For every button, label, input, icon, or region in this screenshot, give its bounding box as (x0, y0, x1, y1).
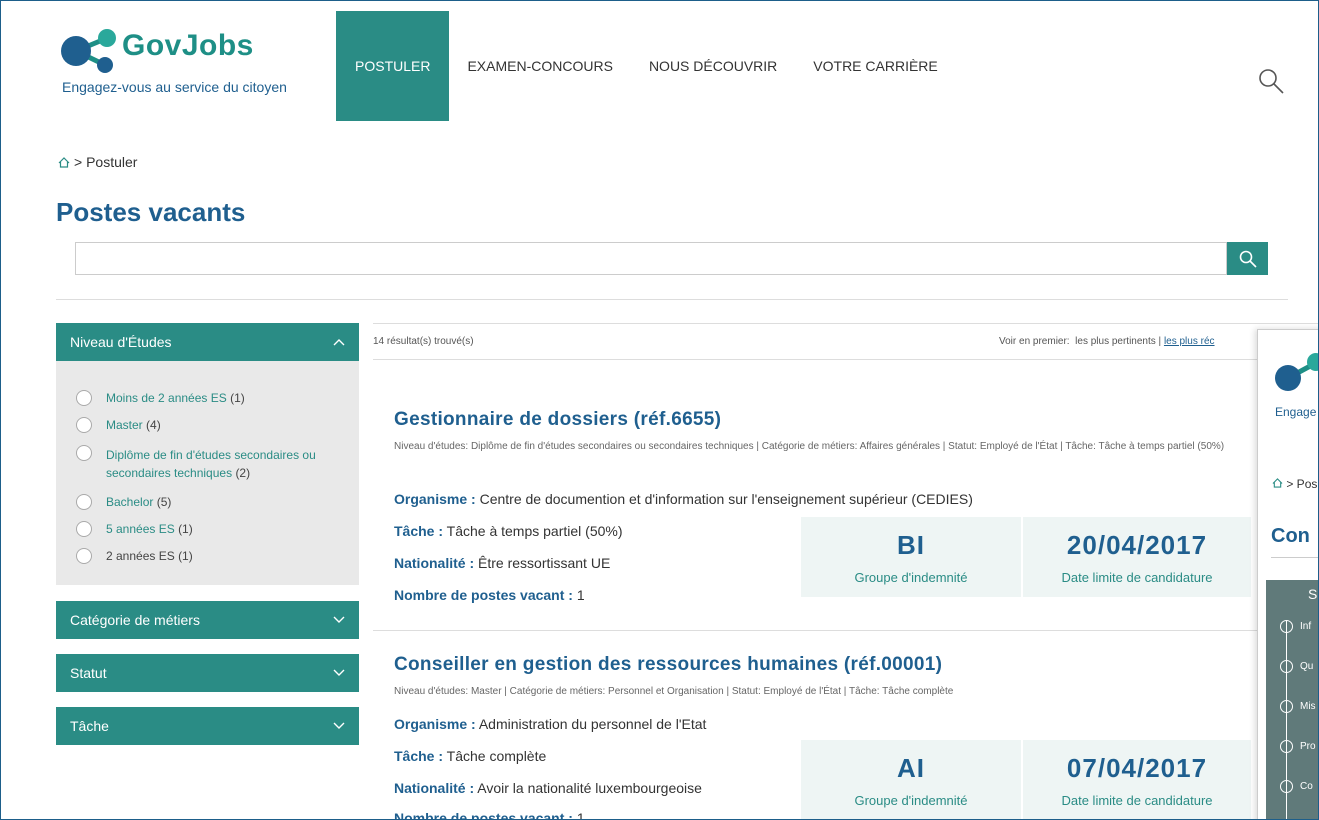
logo-mark-icon (1275, 353, 1318, 391)
date-label: Date limite de candidature (1061, 793, 1213, 808)
divider (1271, 557, 1318, 558)
timeline-step[interactable]: Pro (1280, 740, 1316, 753)
overlay-panel[interactable]: Engage > Pos Con S Inf Qu Mis Pro Co (1257, 329, 1318, 819)
divider (56, 299, 1288, 300)
job-listing: Gestionnaire de dossiers (réf.6655) Nive… (394, 409, 1254, 619)
timeline-step[interactable]: Co (1280, 780, 1313, 793)
tagline: Engagez-vous au service du citoyen (62, 79, 287, 95)
radio-button[interactable] (76, 548, 92, 564)
job-organisme: Organisme : Centre de documention et d'i… (394, 491, 973, 507)
timeline-node-icon (1280, 780, 1293, 793)
date-card: 20/04/2017 Date limite de candidature (1023, 517, 1251, 597)
sort-options: Voir en premier: les plus pertinents | l… (999, 336, 1215, 347)
date-value: 07/04/2017 (1066, 753, 1208, 783)
groupe-value: AI (897, 753, 925, 783)
sort-recent-link[interactable]: les plus réc (1164, 336, 1215, 347)
date-label: Date limite de candidature (1061, 570, 1213, 585)
nav-nous-decouvrir[interactable]: NOUS DÉCOUVRIR (631, 11, 795, 121)
job-postes: Nombre de postes vacant : 1 (394, 810, 585, 820)
home-icon (1272, 478, 1283, 488)
filter-option[interactable]: 2 années ES (1) (76, 548, 193, 564)
results-count: 14 résultat(s) trouvé(s) (373, 336, 474, 347)
job-title[interactable]: Conseiller en gestion des ressources hum… (394, 654, 1254, 676)
main-nav: POSTULER EXAMEN-CONCOURS NOUS DÉCOUVRIR … (336, 11, 956, 121)
filter-niveau-header[interactable]: Niveau d'Études (56, 323, 359, 361)
radio-button[interactable] (76, 445, 92, 461)
filter-option[interactable]: Diplôme de fin d'études secondaires ou se… (76, 445, 316, 482)
filter-categorie-header[interactable]: Catégorie de métiers (56, 601, 359, 639)
overlay-steps-title: S (1308, 586, 1318, 602)
divider (373, 630, 1273, 631)
job-listing: Conseiller en gestion des ressources hum… (394, 654, 1254, 820)
chevron-down-icon (333, 722, 345, 729)
timeline-node-icon (1280, 700, 1293, 713)
job-tache: Tâche : Tâche complète (394, 748, 547, 764)
filter-tache-header[interactable]: Tâche (56, 707, 359, 745)
search-icon[interactable] (1257, 67, 1285, 95)
breadcrumb-trail: > Postuler (74, 154, 138, 170)
timeline-step[interactable]: Mis (1280, 700, 1316, 713)
filter-option[interactable]: Master (4) (76, 417, 161, 433)
date-value: 20/04/2017 (1066, 530, 1208, 560)
results-bar: 14 résultat(s) trouvé(s) Voir en premier… (373, 323, 1318, 360)
filter-option[interactable]: 5 années ES (1) (76, 521, 193, 537)
overlay-title: Con (1271, 525, 1310, 547)
search-input[interactable] (75, 242, 1227, 275)
chevron-down-icon (333, 616, 345, 623)
radio-button[interactable] (76, 417, 92, 433)
chevron-down-icon (333, 669, 345, 676)
job-nationalite: Nationalité : Avoir la nationalité luxem… (394, 780, 702, 796)
home-icon[interactable] (58, 156, 70, 168)
breadcrumb: > Postuler (58, 154, 137, 170)
filter-option[interactable]: Bachelor (5) (76, 494, 171, 510)
overlay-steps-box: S Inf Qu Mis Pro Co (1266, 580, 1318, 819)
timeline-node-icon (1280, 660, 1293, 673)
overlay-breadcrumb: > Pos (1272, 477, 1317, 491)
groupe-card: BI Groupe d'indemnité (801, 517, 1021, 597)
filter-option[interactable]: Moins de 2 années ES (1) (76, 390, 245, 406)
timeline-node-icon (1280, 620, 1293, 633)
filter-title: Statut (70, 665, 107, 681)
groupe-card: AI Groupe d'indemnité (801, 740, 1021, 819)
job-meta: Niveau d'études: Master | Catégorie de m… (394, 686, 954, 697)
job-nationalite: Nationalité : Être ressortissant UE (394, 555, 611, 571)
page-title: Postes vacants (56, 197, 246, 227)
job-title[interactable]: Gestionnaire de dossiers (réf.6655) (394, 409, 1254, 431)
logo-text: GovJobs (122, 29, 254, 62)
logo-mark-icon (61, 29, 116, 73)
groupe-value: BI (897, 530, 925, 560)
filter-title: Niveau d'Études (70, 334, 172, 350)
date-card: 07/04/2017 Date limite de candidature (1023, 740, 1251, 819)
sort-relevant-link[interactable]: les plus pertinents (1075, 336, 1156, 347)
job-postes: Nombre de postes vacant : 1 (394, 587, 585, 603)
job-tache: Tâche : Tâche à temps partiel (50%) (394, 523, 623, 539)
overlay-tagline: Engage (1275, 405, 1317, 419)
job-meta: Niveau d'études: Diplôme de fin d'études… (394, 441, 1225, 452)
radio-button[interactable] (76, 521, 92, 537)
filter-title: Catégorie de métiers (70, 612, 200, 628)
browser-viewport: GovJobs Engagez-vous au service du citoy… (0, 0, 1319, 820)
filter-niveau-options: Moins de 2 années ES (1) Master (4) Dipl… (56, 361, 359, 585)
groupe-label: Groupe d'indemnité (854, 570, 968, 585)
job-organisme: Organisme : Administration du personnel … (394, 716, 707, 732)
filter-title: Tâche (70, 718, 109, 734)
filter-statut-header[interactable]: Statut (56, 654, 359, 692)
search-icon (1239, 250, 1257, 268)
timeline-step[interactable]: Qu (1280, 660, 1313, 673)
groupe-label: Groupe d'indemnité (854, 793, 968, 808)
nav-examen-concours[interactable]: EXAMEN-CONCOURS (449, 11, 630, 121)
nav-postuler[interactable]: POSTULER (336, 11, 450, 121)
radio-button[interactable] (76, 494, 92, 510)
timeline-node-icon (1280, 740, 1293, 753)
search-button[interactable] (1227, 242, 1268, 275)
radio-button[interactable] (76, 390, 92, 406)
nav-votre-carriere[interactable]: VOTRE CARRIÈRE (795, 11, 955, 121)
chevron-up-icon (333, 339, 345, 346)
timeline-step[interactable]: Inf (1280, 620, 1311, 633)
